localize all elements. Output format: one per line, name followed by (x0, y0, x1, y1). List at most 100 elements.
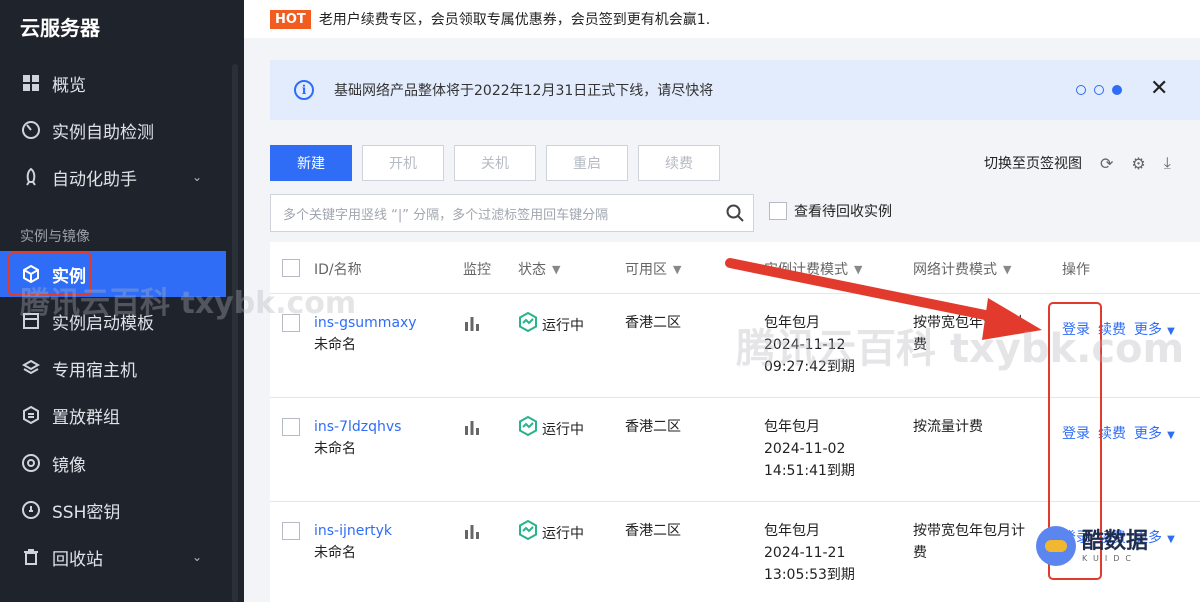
billing-date: 2024-11-21 (764, 545, 846, 561)
col-billing[interactable]: 实例计费模式 ▼ (764, 259, 862, 279)
chevron-down-icon[interactable]: ⌄ (192, 170, 202, 184)
start-button[interactable]: 开机 (362, 145, 444, 181)
restart-button[interactable]: 重启 (546, 145, 628, 181)
renew-link[interactable]: 续费 (1098, 423, 1126, 447)
gear-icon[interactable]: ⚙ (1131, 154, 1145, 173)
sidebar-title: 云服务器 (20, 16, 100, 40)
sidebar-item-recycle-bin[interactable]: 回收站 ⌄ (0, 534, 226, 580)
switch-view-link[interactable]: 切换至页签视图 (984, 153, 1082, 173)
sidebar-item-placement-group[interactable]: 置放群组 (0, 392, 226, 438)
logo-name: 酷数据 (1082, 528, 1149, 554)
key-icon (20, 499, 42, 521)
pager-dot[interactable] (1094, 85, 1104, 95)
sidebar-item-self-check[interactable]: 实例自助检测 (0, 107, 226, 153)
refresh-icon[interactable]: ⟳ (1100, 154, 1113, 173)
download-icon[interactable]: ⤓ (1164, 153, 1171, 173)
filter-icon[interactable]: ▼ (552, 263, 560, 276)
recycle-filter[interactable]: 查看待回收实例 (769, 201, 892, 221)
sidebar-item-automation[interactable]: 自动化助手 ⌄ (0, 154, 226, 200)
sidebar-item-label: SSH密钥 (52, 502, 121, 523)
sidebar-item-label: 实例自助检测 (52, 122, 154, 143)
sidebar-item-label: 回收站 (52, 549, 103, 570)
select-all-checkbox[interactable] (282, 259, 300, 277)
search-input[interactable]: 多个关键字用竖线 “|” 分隔，多个过滤标签用回车键分隔 (270, 194, 754, 232)
watermark-logo: 酷数据 KUIDC (1036, 526, 1148, 566)
gauge-icon (20, 119, 42, 141)
row-checkbox[interactable] (282, 418, 300, 436)
instance-id-cell: ins-ijnertyk 未命名 (314, 520, 392, 564)
sidebar-scrollbar[interactable] (232, 64, 238, 602)
instance-id-link[interactable]: ins-7ldzqhvs (314, 416, 401, 438)
sidebar-section-title: 实例与镜像 (20, 229, 90, 245)
col-network[interactable]: 网络计费模式 ▼ (913, 259, 1011, 279)
search-icon[interactable] (725, 203, 745, 227)
close-icon[interactable]: ✕ (1150, 76, 1168, 101)
more-link[interactable]: 更多 ▼ (1134, 423, 1175, 447)
running-icon (518, 415, 538, 443)
col-network-label: 网络计费模式 (913, 262, 997, 278)
create-button[interactable]: 新建 (270, 145, 352, 181)
status-text: 运行中 (542, 421, 584, 438)
toolbar: 新建 开机 关机 重启 续费 (270, 145, 720, 181)
trash-icon (20, 546, 42, 568)
caret-down-icon: ▼ (1164, 534, 1175, 545)
col-id-name: ID/名称 (314, 262, 362, 278)
banner-text: 基础网络产品整体将于2022年12月31日正式下线，请尽快将 (334, 83, 714, 99)
caret-down-icon: ▼ (1164, 430, 1175, 441)
status-text: 运行中 (542, 525, 584, 542)
billing-cell: 包年包月 2024-11-02 14:51:41到期 (764, 416, 855, 482)
sidebar-item-label: 概览 (52, 75, 86, 96)
shutdown-button[interactable]: 关机 (454, 145, 536, 181)
grid-icon (20, 72, 42, 94)
billing-expire: 13:05:53到期 (764, 567, 855, 583)
instance-name: 未命名 (314, 337, 356, 353)
sidebar-item-dedicated-host[interactable]: 专用宿主机 (0, 345, 226, 391)
sidebar-item-images[interactable]: 镜像 (0, 440, 226, 486)
chevron-down-icon[interactable]: ⌄ (192, 550, 202, 564)
hot-badge: HOT (270, 9, 311, 29)
instance-id-link[interactable]: ins-ijnertyk (314, 520, 392, 542)
status-cell: 运行中 (518, 519, 584, 547)
running-icon (518, 311, 538, 339)
col-status[interactable]: 状态 ▼ (518, 259, 560, 279)
row-checkbox[interactable] (282, 522, 300, 540)
billing-mode: 包年包月 (764, 523, 820, 539)
sidebar-item-label: 自动化助手 (52, 169, 137, 190)
status-text: 运行中 (542, 317, 584, 334)
table-header: ID/名称 监控 状态 ▼ 可用区 ▼ 实例计费模式 ▼ 网络计费模式 ▼ 操作 (270, 242, 1200, 294)
bar-chart-icon[interactable] (463, 418, 481, 443)
filter-icon[interactable]: ▼ (1003, 263, 1011, 276)
instance-name: 未命名 (314, 441, 356, 457)
billing-mode: 包年包月 (764, 419, 820, 435)
info-icon: i (294, 80, 314, 100)
pager-dot-active[interactable] (1112, 85, 1122, 95)
search-placeholder: 多个关键字用竖线 “|” 分隔，多个过滤标签用回车键分隔 (283, 207, 609, 223)
pager-dot[interactable] (1076, 85, 1086, 95)
bar-chart-icon[interactable] (463, 522, 481, 547)
filter-icon[interactable]: ▼ (673, 263, 681, 276)
layers-icon (20, 357, 42, 379)
sidebar-item-overview[interactable]: 概览 (0, 60, 226, 106)
zone-text: 香港二区 (625, 315, 681, 331)
recycle-checkbox[interactable] (769, 202, 787, 220)
zone-text: 香港二区 (625, 419, 681, 435)
network-mode: 按流量计费 (913, 419, 983, 435)
bar-chart-icon[interactable] (463, 314, 481, 339)
zone-text: 香港二区 (625, 523, 681, 539)
banner-pager (1076, 85, 1122, 95)
col-zone[interactable]: 可用区 ▼ (625, 259, 681, 279)
status-cell: 运行中 (518, 311, 584, 339)
watermark-text: 腾讯云百科 txybk.com (736, 326, 1185, 372)
network-cell: 按流量计费 (913, 416, 983, 438)
sidebar-item-label: 镜像 (52, 455, 86, 476)
renew-button[interactable]: 续费 (638, 145, 720, 181)
instance-name: 未命名 (314, 545, 356, 561)
group-icon (20, 404, 42, 426)
promo-notice[interactable]: HOT 老用户续费专区，会员领取专属优惠券，会员签到更有机会赢1. (244, 0, 1200, 38)
network-mode-cont: 费 (913, 545, 927, 561)
sidebar-item-ssh-keys[interactable]: SSH密钥 (0, 487, 226, 533)
col-status-label: 状态 (518, 262, 546, 278)
sidebar-item-label: 专用宿主机 (52, 360, 137, 381)
col-ops: 操作 (1062, 262, 1090, 278)
filter-icon[interactable]: ▼ (854, 263, 862, 276)
